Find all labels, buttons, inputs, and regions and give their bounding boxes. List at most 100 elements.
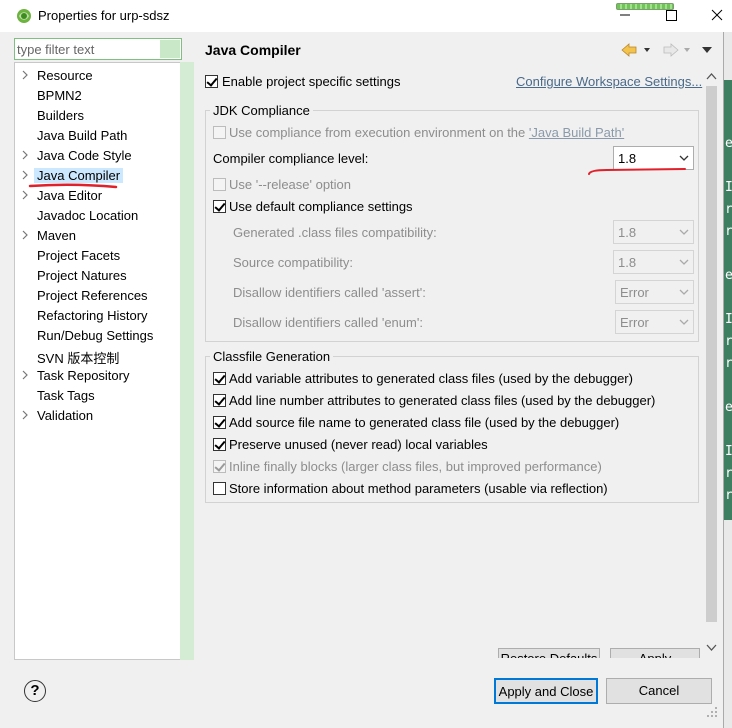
chevron-down-icon [679, 229, 689, 235]
classfile-option-checkbox[interactable] [213, 460, 226, 473]
clear-filter-button[interactable] [160, 40, 180, 58]
tree-item-label: Builders [37, 108, 84, 123]
minimize-icon [620, 14, 630, 16]
classfile-option-checkbox[interactable] [213, 482, 226, 495]
chevron-down-icon [679, 155, 689, 161]
classfile-option-label: Add line number attributes to generated … [229, 393, 656, 408]
tree-item[interactable]: Project Natures [15, 265, 181, 285]
minimize-button[interactable] [602, 0, 648, 30]
generated-compat-combo[interactable]: 1.8 [613, 220, 694, 244]
use-default-compliance-checkbox[interactable] [213, 200, 226, 213]
view-menu-icon[interactable] [702, 47, 712, 53]
partially-hidden-buttons: Restore Defaults Apply [498, 648, 708, 658]
tree-item-label: Validation [37, 408, 94, 423]
tree-item[interactable]: Builders [15, 105, 181, 125]
enable-specific-checkbox[interactable] [205, 75, 218, 88]
property-tree: Resource BPMN2 Builders Java Build Path Java… [14, 62, 182, 660]
filter-input[interactable] [17, 41, 157, 57]
tree-item[interactable]: SVN 版本控制 [15, 345, 181, 366]
release-option-checkbox[interactable] [213, 178, 226, 191]
tree-item-label: Run/Debug Settings [37, 328, 154, 343]
classfile-option-label: Add source file name to generated class … [229, 415, 620, 430]
source-compat-combo[interactable]: 1.8 [613, 250, 694, 274]
background-char: e [725, 400, 732, 415]
tree-item-label: BPMN2 [37, 88, 82, 103]
close-icon [711, 9, 723, 21]
tree-item[interactable]: Task Tags [15, 385, 181, 405]
apply-and-close-button[interactable]: Apply and Close [494, 678, 598, 704]
use-exec-env-checkbox[interactable] [213, 126, 226, 139]
resize-grip-icon[interactable] [700, 700, 720, 720]
back-arrow-icon[interactable] [621, 43, 637, 57]
chevron-right-icon[interactable] [21, 230, 29, 240]
generated-compat-value: 1.8 [618, 225, 637, 240]
chevron-right-icon[interactable] [21, 370, 29, 380]
tree-item[interactable]: Javadoc Location [15, 205, 181, 225]
scroll-up-icon[interactable] [706, 72, 717, 80]
cancel-button[interactable]: Cancel [606, 678, 712, 704]
tree-item-label: Java Editor [37, 188, 103, 203]
tree-item-label: Refactoring History [37, 308, 148, 323]
disallow-assert-combo[interactable]: Error [615, 280, 694, 304]
classfile-option-checkbox[interactable] [213, 372, 226, 385]
background-char: I [725, 444, 732, 459]
tree-item[interactable]: BPMN2 [15, 85, 181, 105]
classfile-option-label: Add variable attributes to generated cla… [229, 371, 633, 386]
java-build-path-link[interactable]: 'Java Build Path' [529, 125, 624, 140]
scrollbar-thumb[interactable] [706, 86, 717, 622]
tree-item-label: Javadoc Location [37, 208, 139, 223]
release-option-label: Use '--release' option [229, 177, 352, 192]
close-button[interactable] [694, 0, 732, 30]
tree-item-label: Task Tags [37, 388, 95, 403]
tree-item[interactable]: Project Facets [15, 245, 181, 265]
background-char: r [725, 334, 732, 349]
background-char: e [725, 268, 732, 283]
title-bar: Properties for urp-sdsz [0, 0, 732, 32]
restore-defaults-button[interactable]: Restore Defaults [498, 648, 600, 658]
forward-arrow-icon[interactable] [663, 43, 679, 57]
maximize-button[interactable] [648, 0, 694, 30]
tree-scrollbar[interactable] [180, 62, 194, 660]
back-dropdown-icon[interactable] [644, 48, 650, 52]
disallow-enum-combo[interactable]: Error [615, 310, 694, 334]
chevron-down-icon [679, 319, 689, 325]
filter-box [14, 38, 182, 60]
help-button[interactable]: ? [24, 680, 46, 702]
compliance-level-label: Compiler compliance level: [213, 151, 369, 166]
classfile-option-label: Store information about method parameter… [229, 481, 608, 496]
tree-item[interactable]: Task Repository [15, 365, 181, 385]
classfile-option-checkbox[interactable] [213, 394, 226, 407]
red-annotation-underline [28, 183, 118, 189]
background-char: r [725, 488, 732, 503]
tree-item[interactable]: Maven [15, 225, 181, 245]
classfile-option-checkbox[interactable] [213, 416, 226, 429]
chevron-down-icon [679, 289, 689, 295]
configure-workspace-link[interactable]: Configure Workspace Settings... [516, 74, 702, 89]
tree-item[interactable]: Run/Debug Settings [15, 325, 181, 345]
background-char: I [725, 180, 732, 195]
tree-item-label: Resource [37, 68, 93, 83]
generated-compat-label: Generated .class files compatibility: [233, 225, 437, 240]
tree-item[interactable]: Refactoring History [15, 305, 181, 325]
tree-item[interactable]: Resource [15, 65, 181, 85]
chevron-right-icon[interactable] [21, 410, 29, 420]
apply-button[interactable]: Apply [610, 648, 700, 658]
chevron-right-icon[interactable] [21, 170, 29, 180]
chevron-right-icon[interactable] [21, 150, 29, 160]
disallow-enum-label: Disallow identifiers called 'enum': [233, 315, 423, 330]
chevron-right-icon[interactable] [21, 190, 29, 200]
tree-item[interactable]: Project References [15, 285, 181, 305]
tree-item[interactable]: Validation [15, 405, 181, 425]
use-default-compliance-label: Use default compliance settings [229, 199, 413, 214]
tree-item[interactable]: Java Code Style [15, 145, 181, 165]
page-title: Java Compiler [205, 42, 301, 58]
tree-item[interactable]: Java Build Path [15, 125, 181, 145]
forward-dropdown-icon[interactable] [684, 48, 690, 52]
classfile-option-label: Preserve unused (never read) local varia… [229, 437, 488, 452]
disallow-assert-value: Error [620, 285, 649, 300]
chevron-right-icon[interactable] [21, 70, 29, 80]
tree-item-label: Project Facets [37, 248, 121, 263]
content-scrollbar[interactable] [704, 68, 719, 656]
classfile-option-checkbox[interactable] [213, 438, 226, 451]
source-compat-value: 1.8 [618, 255, 637, 270]
